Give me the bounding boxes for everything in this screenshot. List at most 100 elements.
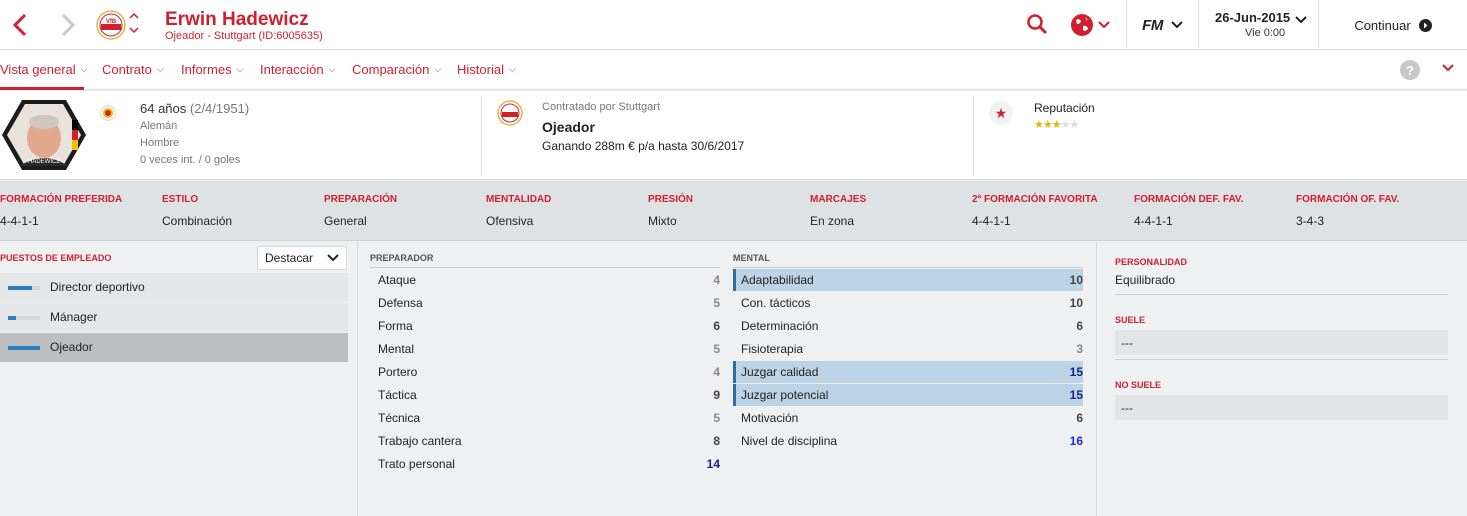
reputation-star-icon: ★ [1069, 119, 1080, 131]
tab-reports[interactable]: Informes ⌵ [181, 62, 243, 77]
reputation-star-icon: ★ [1051, 119, 1062, 131]
tactic-value: 4-4-1-1 [972, 214, 1011, 228]
tab-label: Interacción [260, 62, 324, 77]
tactic-second-formation: 2ª formación favorita 4-4-1-1 [972, 194, 1098, 228]
contract-club-badge-icon[interactable] [497, 100, 523, 126]
coaching-attribute-row[interactable]: Defensa 5 [370, 292, 720, 314]
reputation-stars: ★★★★★ [1034, 118, 1080, 131]
attribute-name: Determinación [741, 319, 819, 333]
tactic-value: Combinación [162, 214, 233, 228]
tactic-style: Estilo Combinación [162, 194, 232, 228]
tactic-value: 4-4-1-1 [0, 214, 39, 228]
coaching-attribute-row[interactable]: Trabajo cantera 8 [370, 430, 720, 452]
chevron-down-icon [1171, 21, 1183, 29]
attribute-value: 3 [1076, 342, 1083, 356]
attribute-value: 5 [713, 411, 720, 425]
mental-attribute-row[interactable]: Juzgar potencial 15 [733, 384, 1083, 406]
attribute-value: 15 [1069, 388, 1083, 402]
attribute-value: 9 [713, 388, 720, 402]
coaching-attribute-row[interactable]: Mental 5 [370, 338, 720, 360]
coaching-attribute-row[interactable]: Trato personal 14 [370, 453, 720, 475]
mental-attribute-row[interactable]: Fisioterapia 3 [733, 338, 1083, 360]
mental-attribute-row[interactable]: Determinación 6 [733, 315, 1083, 337]
reputation-star-icon: ★ [1034, 119, 1044, 131]
active-tab-indicator [0, 87, 84, 90]
usually-label: SUELE [1115, 315, 1146, 325]
mental-attribute-row[interactable]: Juzgar calidad 15 [733, 361, 1083, 383]
role-label: Director deportivo [50, 280, 145, 294]
portrait[interactable]: HADEWICZ [2, 98, 86, 172]
tactic-label: Formación def. fav. [1134, 194, 1244, 205]
personality-panel: PERSONALIDAD Equilibrado SUELE --- NO SU… [1098, 241, 1467, 516]
tactic-label: Preparación [324, 194, 398, 205]
help-icon[interactable]: ? [1400, 60, 1420, 80]
continue-button[interactable]: Continuar [1318, 0, 1467, 50]
divider [733, 267, 1083, 268]
chevron-down-icon: ⌵ [156, 64, 164, 74]
chevron-down-icon [327, 254, 339, 262]
tab-label: Informes [181, 62, 232, 77]
tactic-value: General [324, 214, 367, 228]
tactic-value: 3-4-3 [1296, 214, 1325, 228]
divider [1115, 294, 1448, 295]
coaching-attribute-row[interactable]: Portero 4 [370, 361, 720, 383]
forward-arrow-icon[interactable] [56, 10, 80, 40]
attribute-name: Motivación [741, 411, 799, 425]
gender: Hombre [140, 137, 180, 149]
role-row-director[interactable]: Director deportivo [0, 273, 348, 302]
tab-contract[interactable]: Contrato ⌵ [102, 62, 164, 77]
top-bar: VfB Erwin Hadewicz Ojeador - Stuttgart (… [0, 0, 1467, 50]
club-switch-chevrons-icon[interactable] [128, 10, 140, 40]
attribute-name: Trato personal [378, 457, 455, 471]
role-row-manager[interactable]: Mánager [0, 303, 348, 332]
coaching-attribute-row[interactable]: Ataque 4 [370, 269, 720, 291]
positions-title: PUESTOS DE EMPLEADO [0, 253, 112, 263]
tactic-offensive-formation: Formación of. fav. 3-4-3 [1296, 194, 1399, 228]
tactic-value: Mixto [648, 214, 677, 228]
club-badge-icon[interactable]: VfB [96, 10, 126, 40]
mental-attribute-row[interactable]: Nivel de disciplina 16 [733, 430, 1083, 452]
globe-menu-button[interactable] [1070, 12, 1112, 38]
highlight-dropdown[interactable]: Destacar [257, 246, 347, 270]
tactics-row: Formación preferida 4-4-1-1 Estilo Combina… [0, 181, 1467, 241]
mental-attribute-row[interactable]: Con. tácticos 10 [733, 292, 1083, 314]
chevron-down-icon[interactable] [1442, 64, 1454, 72]
tactic-label: Marcajes [810, 194, 867, 205]
role-row-scout[interactable]: Ojeador [0, 333, 348, 362]
attribute-value: 15 [1069, 365, 1083, 379]
tactic-mentality: Mentalidad Ofensiva [486, 194, 551, 228]
current-date: 26-Jun-2015 [1215, 10, 1291, 25]
usually-value: --- [1115, 330, 1448, 355]
coaching-attribute-row[interactable]: Táctica 9 [370, 384, 720, 406]
divider [370, 267, 720, 268]
tactic-pressing: Presión Mixto [648, 194, 693, 228]
mental-title: MENTAL [733, 253, 770, 263]
attribute-name: Mental [378, 342, 415, 356]
international-caps: 0 veces int. / 0 goles [140, 154, 241, 166]
date-menu[interactable]: 26-Jun-2015 Vie 0:00 [1198, 0, 1318, 50]
role-label: Mánager [50, 310, 98, 324]
attribute-value: 5 [713, 342, 720, 356]
person-subtitle[interactable]: Ojeador - Stuttgart (ID:6005635) [165, 30, 323, 42]
mental-attribute-row[interactable]: Motivación 6 [733, 407, 1083, 429]
mental-attribute-row[interactable]: Adaptabilidad 10 [733, 269, 1083, 291]
fm-menu-button[interactable]: FM [1126, 0, 1198, 50]
tab-interaction[interactable]: Interacción ⌵ [260, 62, 335, 77]
contract-hired-by: Contratado por Stuttgart [542, 101, 661, 113]
coaching-attribute-row[interactable]: Forma 6 [370, 315, 720, 337]
role-bar-fill [8, 286, 32, 290]
role-bar-fill [8, 346, 40, 350]
back-arrow-icon[interactable] [8, 10, 32, 40]
fm-logo: FM [1142, 16, 1163, 34]
contract-role: Ojeador [542, 119, 595, 135]
tab-comparison[interactable]: Comparación ⌵ [352, 62, 441, 77]
attribute-value: 14 [706, 457, 720, 471]
tab-history[interactable]: Historial ⌵ [457, 62, 516, 77]
search-icon[interactable] [1026, 13, 1050, 37]
coaching-attribute-row[interactable]: Técnica 5 [370, 407, 720, 429]
nationality-flag-icon [100, 105, 116, 121]
tab-overview[interactable]: Vista general ⌵ [0, 62, 87, 77]
never-label: NO SUELE [1115, 380, 1162, 390]
attribute-value: 8 [713, 434, 720, 448]
chevron-down-icon [1295, 16, 1307, 24]
